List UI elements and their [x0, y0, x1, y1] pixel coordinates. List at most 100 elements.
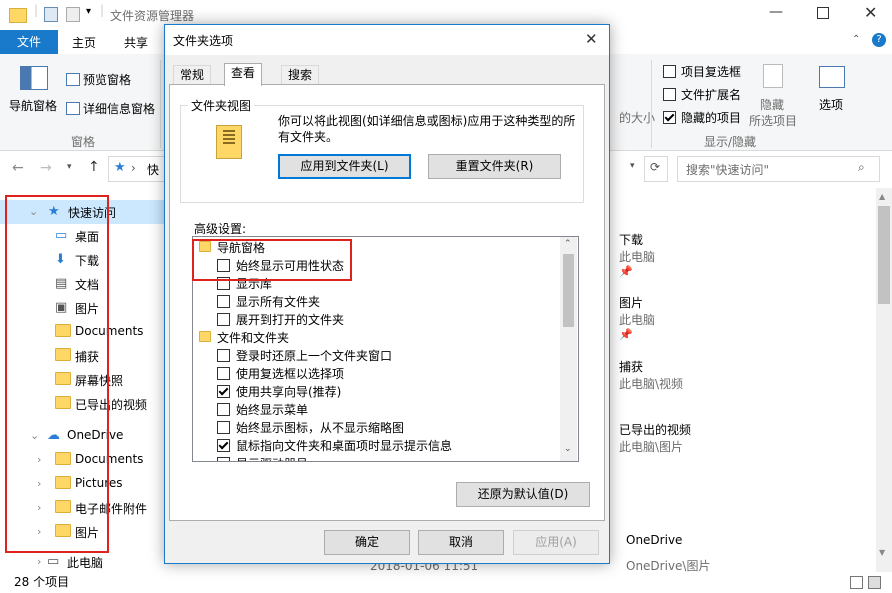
properties-icon[interactable]	[44, 7, 58, 22]
tree-option-row[interactable]: 始终显示菜单	[217, 401, 308, 419]
show-hide-group-label: 显示/隐藏	[704, 135, 757, 149]
content-item-name[interactable]: 捕获	[619, 358, 643, 375]
details-view-icon[interactable]	[850, 576, 863, 589]
content-item-name[interactable]: 图片	[619, 294, 643, 311]
back-icon[interactable]: ←	[12, 160, 24, 176]
options-button[interactable]: 选项	[819, 96, 843, 113]
tree-row-label: 展开到打开的文件夹	[236, 313, 345, 327]
folder-view-desc-2: 有文件夹。	[278, 130, 339, 144]
tab-search[interactable]: 搜索	[281, 65, 320, 85]
tab-general[interactable]: 常规	[173, 65, 212, 85]
window-title: 文件资源管理器	[110, 9, 195, 23]
option-checkbox[interactable]	[217, 403, 230, 416]
hide-selected-label-1[interactable]: 隐藏	[760, 96, 784, 113]
tree-option-row[interactable]: 显示驱动器号	[217, 455, 308, 461]
content-item-path: 此电脑	[619, 313, 656, 327]
ribbon-collapse-icon[interactable]: ⌃	[852, 34, 860, 45]
tree-scrollbar[interactable]: ⌃ ⌄	[560, 237, 577, 461]
help-icon[interactable]: ?	[872, 33, 886, 47]
option-checkbox[interactable]	[217, 457, 230, 461]
address-dropdown-icon[interactable]: ▾	[630, 161, 635, 171]
content-pane: 下载 此电脑 📌 图片 此电脑 📌 捕获 此电脑\视频 已导出的视频 此电脑\图片 OneDriv…	[606, 188, 892, 573]
status-bar: 28 个项目	[0, 572, 892, 593]
ok-button[interactable]: 确定	[324, 530, 410, 555]
restore-defaults-button[interactable]: 还原为默认值(D)	[456, 482, 590, 507]
close-window-icon[interactable]: ✕	[864, 3, 877, 22]
content-item-path: 此电脑\视频	[619, 377, 684, 391]
details-pane-button[interactable]: 详细信息窗格	[83, 100, 155, 117]
tree-option-row[interactable]: 使用复选框以选择项	[217, 365, 344, 383]
onedrive-item[interactable]: OneDrive	[626, 533, 682, 547]
folder-options-dialog: 文件夹选项 ✕ 常规 查看 搜索 文件夹视图 你可以将此视图(如详细信息或图标)…	[164, 24, 610, 564]
size-columns-partial[interactable]: 的大小	[619, 109, 655, 126]
option-checkbox[interactable]	[217, 385, 230, 398]
apply-button[interactable]: 应用(A)	[513, 530, 599, 555]
qat-dropdown-icon[interactable]: ▾	[86, 6, 91, 17]
tree-scroll-down-icon[interactable]: ⌄	[564, 444, 572, 454]
pane-group-label: 窗格	[71, 135, 96, 149]
cancel-button[interactable]: 取消	[418, 530, 504, 555]
scroll-down-icon[interactable]: ▼	[879, 548, 885, 557]
forward-icon[interactable]: →	[40, 160, 52, 176]
up-icon[interactable]: ↑	[88, 159, 100, 175]
item-checkboxes-checkbox[interactable]	[663, 65, 676, 78]
hide-selected-label-2[interactable]: 所选项目	[749, 112, 797, 129]
reset-folders-button[interactable]: 重置文件夹(R)	[428, 154, 561, 179]
apply-to-folders-button[interactable]: 应用到文件夹(L)	[278, 154, 411, 179]
option-checkbox[interactable]	[217, 421, 230, 434]
expand-chevron-icon[interactable]: ›	[37, 555, 41, 568]
preview-pane-button[interactable]: 预览窗格	[83, 71, 131, 88]
address-text: 快	[147, 163, 160, 177]
tab-file[interactable]: 文件	[0, 30, 58, 54]
search-input[interactable]: 搜索"快速访问" ⌕	[677, 156, 880, 182]
tab-share[interactable]: 共享	[124, 34, 148, 51]
grid-pattern	[223, 130, 235, 144]
scroll-thumb[interactable]	[878, 206, 890, 304]
content-item-name[interactable]: 已导出的视频	[619, 421, 691, 438]
content-item-name[interactable]: 下载	[619, 231, 643, 248]
option-checkbox[interactable]	[217, 313, 230, 326]
explorer-folder-icon	[9, 8, 27, 23]
tree-row-label: 显示驱动器号	[236, 457, 308, 461]
large-icons-view-icon[interactable]	[868, 576, 881, 589]
nav-pane-icon[interactable]	[20, 66, 48, 90]
dialog-close-icon[interactable]: ✕	[585, 30, 598, 48]
option-checkbox[interactable]	[217, 349, 230, 362]
option-checkbox[interactable]	[217, 295, 230, 308]
advanced-settings-label: 高级设置:	[194, 222, 247, 236]
tree-option-row[interactable]: 鼠标指向文件夹和桌面项时显示提示信息	[217, 437, 452, 455]
option-checkbox[interactable]	[217, 439, 230, 452]
tree-row-label: 显示所有文件夹	[236, 295, 321, 309]
folder-view-desc-1: 你可以将此视图(如详细信息或图标)应用于这种类型的所	[278, 114, 576, 128]
minimize-icon[interactable]: —	[769, 4, 783, 20]
tree-option-row[interactable]: 登录时还原上一个文件夹窗口	[217, 347, 392, 365]
content-scrollbar[interactable]: ▲ ▼	[876, 188, 892, 572]
search-placeholder: 搜索"快速访问"	[686, 163, 770, 177]
nav-pane-button[interactable]: 导航窗格	[9, 97, 57, 114]
preview-pane-icon	[66, 73, 80, 86]
scroll-up-icon[interactable]: ▲	[879, 192, 885, 201]
refresh-button[interactable]: ⟳	[644, 156, 668, 182]
content-item-path: 此电脑	[619, 250, 656, 264]
tree-option-row[interactable]: 显示所有文件夹	[217, 293, 320, 311]
address-input[interactable]: ★ › 快	[108, 156, 165, 182]
tree-highlight-box	[192, 239, 352, 281]
nav-item[interactable]: › ▭ 此电脑	[0, 552, 164, 572]
tab-view[interactable]: 查看	[224, 63, 263, 86]
tree-option-row[interactable]: 展开到打开的文件夹	[217, 311, 344, 329]
pin-icon: 📌	[619, 328, 633, 341]
new-folder-icon[interactable]	[66, 7, 80, 22]
tab-home[interactable]: 主页	[72, 34, 96, 51]
recent-dropdown-icon[interactable]: ▾	[67, 162, 72, 172]
option-checkbox[interactable]	[217, 367, 230, 380]
pc-icon: ▭	[47, 554, 60, 569]
pin-icon: 📌	[619, 265, 633, 278]
hidden-items-checkbox[interactable]	[663, 111, 676, 124]
maximize-icon[interactable]	[817, 7, 829, 19]
file-extensions-checkbox[interactable]	[663, 88, 676, 101]
tree-scroll-up-icon[interactable]: ⌃	[564, 239, 572, 249]
item-checkboxes-label: 项目复选框	[681, 65, 742, 79]
tree-option-row[interactable]: 使用共享向导(推荐)	[217, 383, 341, 401]
tree-option-row[interactable]: 始终显示图标，从不显示缩略图	[217, 419, 404, 437]
tree-scroll-thumb[interactable]	[563, 254, 574, 327]
